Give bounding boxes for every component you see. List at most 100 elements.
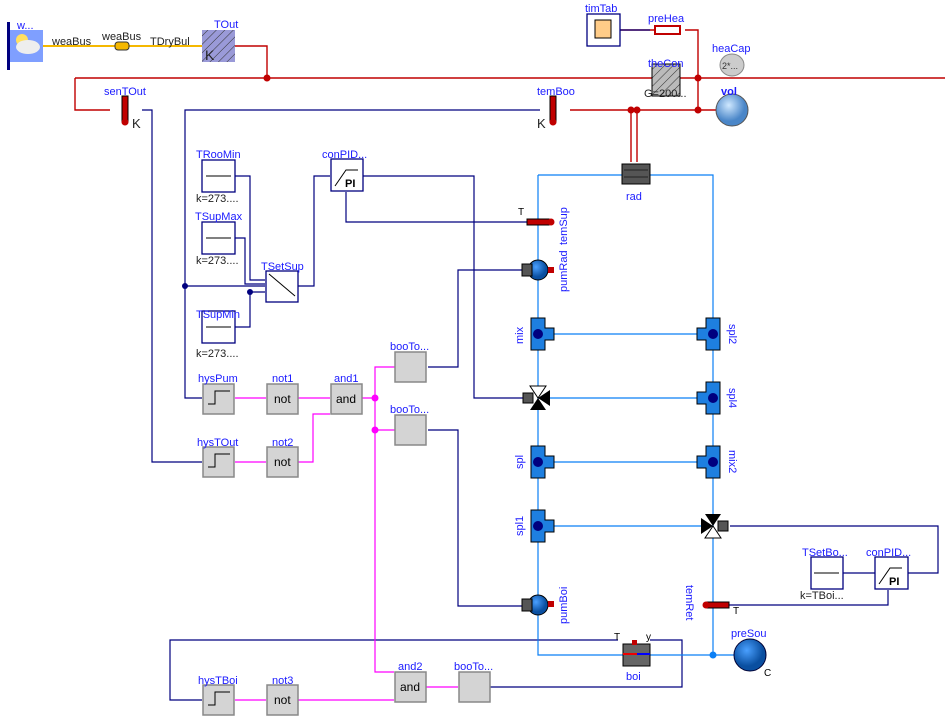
- svg-text:not1: not1: [272, 373, 293, 385]
- svg-text:preSou: preSou: [731, 628, 766, 640]
- modelica-diagram: w... weaBus weaBus TDryBul TOut K senTOu…: [7, 3, 945, 716]
- svg-text:T: T: [614, 632, 620, 643]
- pumboi-pump[interactable]: pumBoi: [521, 587, 570, 624]
- conpid-rad-block[interactable]: PI conPID...: [322, 149, 367, 192]
- svg-text:temBoo: temBoo: [537, 86, 575, 98]
- svg-text:K: K: [537, 116, 546, 131]
- svg-text:TSetSup: TSetSup: [261, 261, 304, 273]
- svg-text:T: T: [733, 606, 739, 617]
- svg-text:and2: and2: [398, 661, 422, 673]
- svg-text:PI: PI: [889, 576, 899, 588]
- svg-text:hysTBoi: hysTBoi: [198, 675, 238, 687]
- temret-sensor[interactable]: TtemRet: [683, 585, 739, 620]
- svg-text:spl4: spl4: [726, 388, 738, 408]
- and2-block[interactable]: and and2: [394, 661, 427, 703]
- pumrad-pump[interactable]: pumRad: [521, 250, 570, 292]
- hystboi-block[interactable]: hysTBoi: [198, 675, 238, 716]
- weabus-line-label: weaBus: [51, 36, 92, 48]
- vol-block[interactable]: vol: [715, 86, 749, 127]
- val-three-way-valve[interactable]: [522, 385, 550, 410]
- svg-text:not: not: [274, 455, 291, 469]
- svg-text:conPID...: conPID...: [866, 547, 911, 559]
- spl2-junction[interactable]: spl2: [696, 317, 738, 351]
- svg-text:K: K: [205, 47, 215, 63]
- svg-text:y: y: [646, 632, 651, 643]
- presou-boundary[interactable]: preSou C: [731, 628, 771, 679]
- valboi-three-way-valve[interactable]: [701, 514, 729, 539]
- svg-text:rad: rad: [626, 191, 642, 203]
- mix2-junction[interactable]: mix2: [696, 445, 738, 479]
- svg-text:conPID...: conPID...: [322, 149, 367, 161]
- svg-text:senTOut: senTOut: [104, 86, 146, 98]
- svg-text:k=273....: k=273....: [196, 193, 239, 205]
- svg-text:and: and: [336, 392, 356, 406]
- tsupmin-block[interactable]: TSupMin k=273....: [196, 309, 240, 360]
- spl1-junction[interactable]: spl1: [514, 509, 555, 543]
- table-icon: [594, 19, 612, 39]
- thecon-block[interactable]: theCon G=200...: [644, 58, 687, 100]
- svg-text:PI: PI: [345, 178, 355, 190]
- heacap-block[interactable]: heaCap 2*...: [712, 43, 751, 77]
- svg-text:2*...: 2*...: [722, 61, 738, 71]
- svg-text:theCon: theCon: [648, 58, 683, 70]
- weather-data-reader[interactable]: w...: [7, 20, 43, 70]
- svg-text:spl1: spl1: [514, 516, 526, 536]
- prehea-block[interactable]: preHea: [648, 13, 685, 35]
- troomin-block[interactable]: TRooMin k=273....: [196, 149, 241, 205]
- svg-text:spl: spl: [514, 455, 526, 469]
- not1-block[interactable]: not not1: [266, 373, 299, 415]
- tsetsup-block[interactable]: TSetSup: [261, 261, 304, 303]
- svg-text:hysPum: hysPum: [198, 373, 238, 385]
- bootorea-rad-block[interactable]: booTo...: [390, 341, 429, 383]
- tsetboi-block[interactable]: TSetBo... k=TBoi...: [800, 547, 848, 602]
- timtab-block[interactable]: timTab: [585, 3, 621, 47]
- tdrybul-label: TDryBul: [150, 36, 190, 48]
- svg-text:preHea: preHea: [648, 13, 685, 25]
- svg-text:TOut: TOut: [214, 19, 238, 31]
- svg-text:k=TBoi...: k=TBoi...: [800, 590, 844, 602]
- mix-junction[interactable]: mix: [514, 317, 555, 351]
- svg-text:pumRad: pumRad: [558, 250, 570, 292]
- svg-text:vol: vol: [721, 86, 737, 98]
- sentout-sensor[interactable]: senTOut K: [104, 86, 146, 131]
- boiler[interactable]: Ty boi: [614, 632, 651, 683]
- svg-text:boi: boi: [626, 671, 641, 683]
- svg-text:pumBoi: pumBoi: [558, 587, 570, 624]
- temsup-sensor[interactable]: TtemSup: [518, 207, 570, 245]
- svg-text:k=273....: k=273....: [196, 255, 239, 267]
- temboo-sensor[interactable]: temBoo K: [537, 86, 575, 131]
- svg-text:weaBus: weaBus: [101, 31, 142, 43]
- conpid-boi-block[interactable]: PI conPID...: [866, 547, 911, 590]
- svg-text:heaCap: heaCap: [712, 43, 751, 55]
- hystout-block[interactable]: hysTOut: [197, 437, 238, 478]
- svg-text:not: not: [274, 693, 291, 707]
- svg-text:temSup: temSup: [558, 207, 570, 245]
- svg-text:TSupMax: TSupMax: [195, 211, 243, 223]
- not3-block[interactable]: not not3: [266, 675, 299, 716]
- weather-bus[interactable]: weaBus: [101, 31, 142, 51]
- svg-text:mix: mix: [514, 326, 526, 344]
- svg-text:spl2: spl2: [726, 324, 738, 344]
- tsupmax-block[interactable]: TSupMax k=273....: [195, 211, 243, 267]
- hyspum-block[interactable]: hysPum: [198, 373, 238, 415]
- svg-text:not2: not2: [272, 437, 293, 449]
- spl4-junction[interactable]: spl4: [696, 381, 738, 415]
- svg-text:and1: and1: [334, 373, 358, 385]
- bootorea-boi-block[interactable]: booTo...: [454, 661, 493, 703]
- svg-text:temRet: temRet: [683, 585, 695, 620]
- svg-text:hysTOut: hysTOut: [197, 437, 238, 449]
- tout-block[interactable]: TOut K: [202, 19, 238, 63]
- spl-junction[interactable]: spl: [514, 445, 555, 479]
- bootorea-val-block[interactable]: booTo...: [390, 404, 429, 446]
- svg-text:mix2: mix2: [726, 450, 738, 473]
- radiator[interactable]: rad: [621, 163, 651, 203]
- svg-text:booTo...: booTo...: [454, 661, 493, 673]
- and1-block[interactable]: and and1: [330, 373, 363, 415]
- fluid-connections[interactable]: [537, 174, 735, 656]
- not2-block[interactable]: not not2: [266, 437, 299, 478]
- svg-text:not: not: [274, 392, 291, 406]
- cloud-icon: [16, 40, 40, 54]
- svg-text:booTo...: booTo...: [390, 404, 429, 416]
- svg-text:G=200...: G=200...: [644, 88, 687, 100]
- svg-text:TSupMin: TSupMin: [196, 309, 240, 321]
